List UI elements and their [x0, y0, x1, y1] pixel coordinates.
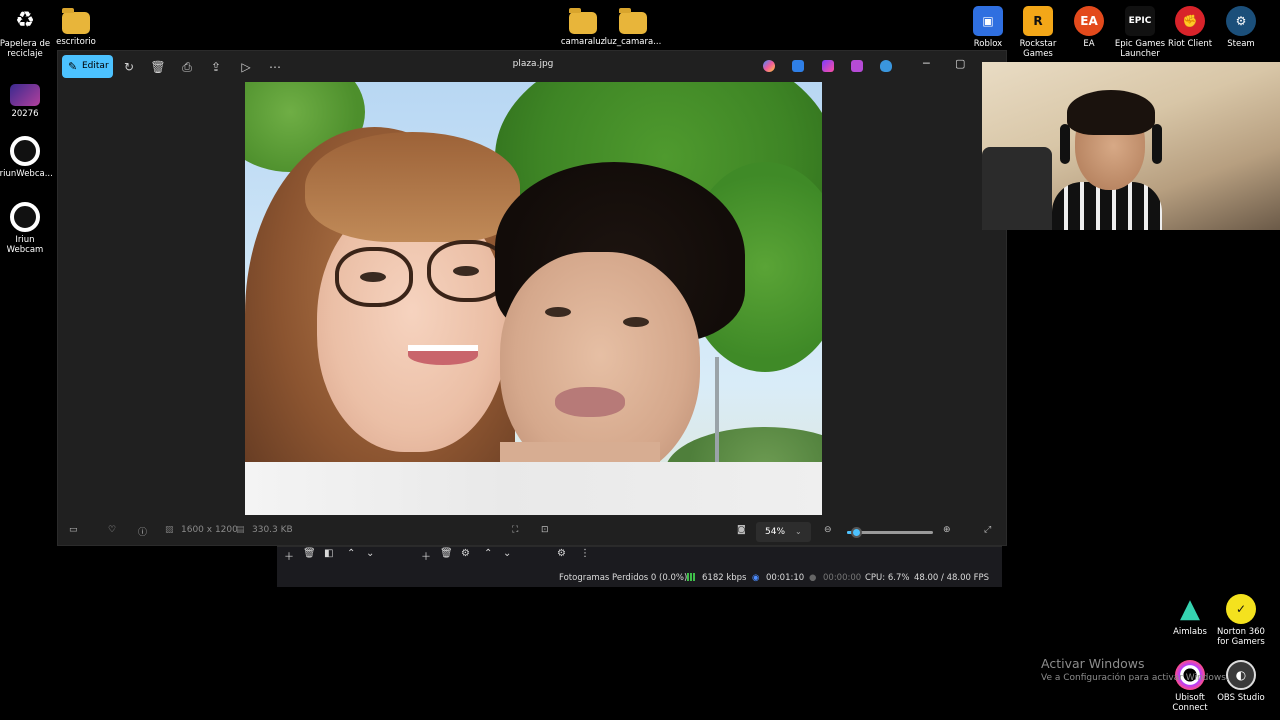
copilot-icon[interactable] — [763, 60, 775, 72]
watermark-title: Activar Windows — [1041, 656, 1145, 671]
zoom-in-icon[interactable]: ⊕ — [943, 525, 951, 535]
photos-app-icon[interactable] — [851, 60, 863, 72]
slideshow-icon[interactable]: ▷ — [236, 58, 256, 76]
move-down-icon[interactable]: ⌄ — [366, 548, 374, 559]
file-size: 330.3 KB — [252, 525, 293, 535]
bitrate: 6182 kbps — [702, 573, 747, 583]
add-icon[interactable]: ＋ — [421, 548, 431, 563]
watermark-subtitle: Ve a Configuración para activar Windows. — [1041, 673, 1229, 683]
file-name: plaza.jpg — [512, 59, 554, 69]
delete-icon[interactable]: 🗑 — [148, 58, 168, 76]
edit-icon: ✎ — [68, 60, 78, 73]
steam-icon: ⚙ — [1226, 6, 1256, 36]
dimensions-icon: ▨ — [165, 525, 174, 535]
photo-canvas — [245, 82, 822, 515]
zoom-slider-thumb[interactable] — [850, 527, 862, 538]
settings-icon[interactable]: ⚙ — [461, 548, 470, 559]
actual-size-icon[interactable]: ⊡ — [541, 525, 549, 535]
norton-icon: ✓ — [1226, 594, 1256, 624]
more-icon[interactable]: ⋯ — [265, 58, 285, 76]
folder-icon — [619, 8, 647, 34]
desktop-icon-label: escritorio — [56, 37, 96, 47]
mixer-settings-icon[interactable]: ⚙ — [557, 548, 566, 559]
desktop-icon-label: IriunWebca... — [0, 169, 53, 179]
folder-icon — [62, 8, 90, 34]
move-down-icon[interactable]: ⌄ — [503, 548, 511, 559]
stream-time: 00:01:10 — [766, 573, 805, 583]
favorite-icon[interactable]: ♡ — [108, 525, 116, 535]
desktop-icon-luz-camara[interactable]: luz_camara... — [603, 6, 663, 47]
zoom-out-icon[interactable]: ⊖ — [824, 525, 832, 535]
record-time: 00:00:00 — [823, 573, 862, 583]
cpu-usage: CPU: 6.7% — [865, 573, 910, 583]
viewer-toolbar: ✎ Editar ↻ 🗑 ⎙ ⇪ ▷ ⋯ plaza.jpg ─ ▢ — [58, 51, 1006, 83]
signal-icon — [687, 573, 695, 583]
viewer-status-bar: ▭ ♡ ⓘ ▨ 1600 x 1200 ▤ 330.3 KB ⛶ ⊡ ◙ 54%… — [58, 519, 1006, 545]
designer-icon[interactable] — [792, 60, 804, 72]
move-up-icon[interactable]: ⌃ — [484, 548, 492, 559]
desktop-icon-iriun-webcam-shortcut[interactable]: IriunWebca... — [0, 136, 55, 179]
ea-icon: EA — [1074, 6, 1104, 36]
webcam-overlay — [982, 62, 1280, 230]
desktop-icon-label: luz_camara... — [604, 37, 662, 47]
minimize-button[interactable]: ─ — [923, 57, 930, 70]
stream-icon: ◉ — [752, 573, 760, 583]
desktop-icon-label: 20276 — [11, 109, 39, 119]
more-icon[interactable]: ⋮ — [580, 548, 590, 559]
desktop-icon-iriun-webcam[interactable]: Iriun Webcam — [0, 202, 55, 255]
desktop-icon-20276[interactable]: 20276 — [0, 80, 55, 119]
move-up-icon[interactable]: ⌃ — [347, 548, 355, 559]
roblox-icon: ▣ — [973, 6, 1003, 36]
edit-label: Editar — [82, 61, 109, 71]
desktop-icon-label: OBS Studio — [1217, 693, 1265, 703]
filmstrip-icon[interactable]: ▭ — [69, 525, 78, 535]
zoom-value: 54% — [765, 527, 786, 537]
photo-viewer-window: ✎ Editar ↻ 🗑 ⎙ ⇪ ▷ ⋯ plaza.jpg ─ ▢ ▭ ♡ ⓘ… — [57, 50, 1007, 546]
delete-icon[interactable]: 🗑 — [440, 548, 453, 559]
zoom-slider[interactable] — [847, 527, 933, 538]
file-size-icon: ▤ — [236, 525, 245, 535]
folder-icon — [569, 8, 597, 34]
obs-icon: ◐ — [1226, 660, 1256, 690]
zoom-dropdown[interactable]: 54% ⌄ — [756, 522, 811, 542]
info-icon[interactable]: ⓘ — [138, 525, 147, 538]
obs-status-bar: Fotogramas Perdidos 0 (0.0%) 6182 kbps ◉… — [277, 569, 1002, 587]
fit-screen-icon[interactable]: ⛶ — [512, 525, 518, 535]
clipchamp-icon[interactable] — [822, 60, 834, 72]
rockstar-icon: R — [1023, 6, 1053, 36]
iriun-webcam-icon — [10, 202, 40, 232]
screenshot-icon[interactable]: ◙ — [737, 525, 746, 535]
add-icon[interactable]: ＋ — [284, 548, 294, 563]
desktop-icon-label: Steam — [1227, 39, 1255, 49]
chevron-down-icon: ⌄ — [795, 527, 802, 536]
maximize-button[interactable]: ▢ — [955, 57, 965, 70]
delete-icon[interactable]: 🗑 — [303, 548, 316, 559]
recycle-bin-icon: ♻ — [15, 8, 35, 33]
obs-panel: ＋ 🗑 ◧ ⌃ ⌄ ＋ 🗑 ⚙ ⌃ ⌄ ⚙ ⋮ Fotogramas Perdi… — [277, 546, 1002, 587]
share-icon[interactable]: ⇪ — [206, 58, 226, 76]
fps-readout: 48.00 / 48.00 FPS — [914, 573, 990, 583]
riot-client-icon: ✊ — [1175, 6, 1205, 36]
image-file-icon — [10, 84, 40, 106]
iriun-webcam-icon — [10, 136, 40, 166]
desktop-icon-escritorio[interactable]: escritorio — [46, 6, 106, 47]
rotate-icon[interactable]: ↻ — [119, 58, 139, 76]
print-icon[interactable]: ⎙ — [177, 58, 197, 76]
edit-button[interactable]: ✎ Editar — [62, 55, 113, 78]
epic-games-icon: EPIC — [1125, 6, 1155, 36]
desktop-icon-label: Norton 360 for Gamers — [1217, 627, 1265, 647]
image-dimensions: 1600 x 1200 — [181, 525, 238, 535]
dropped-frames: Fotogramas Perdidos 0 (0.0%) — [559, 573, 688, 583]
filter-icon[interactable]: ◧ — [324, 548, 333, 559]
activate-windows-watermark: Activar Windows Ve a Configuración para … — [1041, 656, 1229, 683]
onedrive-icon[interactable] — [880, 60, 892, 72]
desktop-icon-norton[interactable]: ✓ Norton 360 for Gamers — [1211, 594, 1271, 647]
record-icon: ● — [809, 573, 817, 583]
desktop-icon-label: Iriun Webcam — [6, 235, 44, 255]
desktop-icon-steam[interactable]: ⚙ Steam — [1211, 6, 1271, 49]
fullscreen-icon[interactable]: ⤢ — [984, 525, 991, 535]
aimlabs-icon: ▲ — [1180, 594, 1200, 624]
